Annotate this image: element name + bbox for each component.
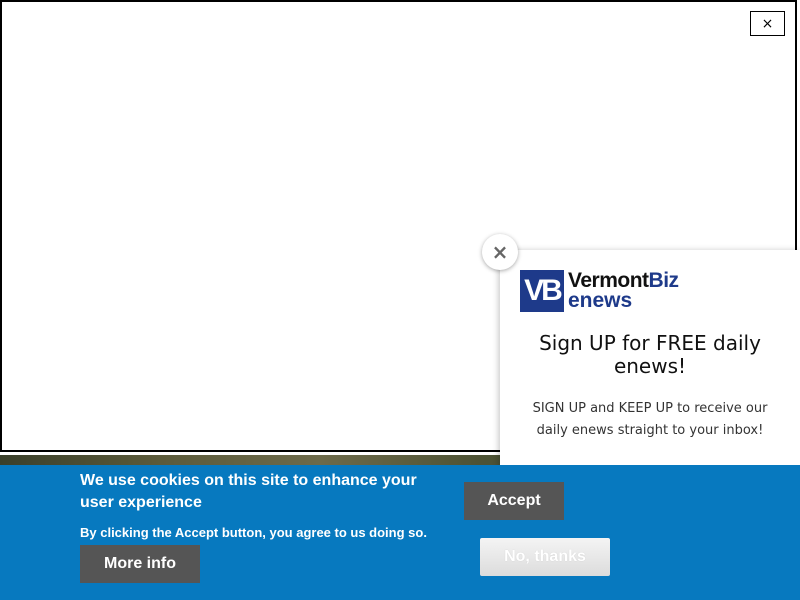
newsletter-close-button[interactable]: × bbox=[482, 234, 518, 270]
logo-wordmark: VermontBiz enews bbox=[568, 269, 680, 312]
logo-subtitle: enews bbox=[568, 289, 633, 312]
logo-word-biz: Biz bbox=[648, 269, 680, 292]
newsletter-panel: VB VermontBiz enews Sign UP for FREE dai… bbox=[500, 250, 800, 470]
close-icon: × bbox=[761, 15, 774, 32]
close-icon: × bbox=[491, 240, 509, 264]
more-info-button[interactable]: More info bbox=[80, 545, 200, 583]
newsletter-heading: Sign UP for FREE daily enews! bbox=[539, 331, 761, 378]
cookie-text: By clicking the Accept button, you agree… bbox=[80, 525, 427, 540]
decline-button[interactable]: No, thanks bbox=[480, 538, 610, 576]
cookie-banner: We use cookies on this site to enhance y… bbox=[0, 465, 800, 600]
vermontbiz-logo: VB VermontBiz enews bbox=[520, 270, 679, 312]
accept-button[interactable]: Accept bbox=[464, 482, 564, 520]
newsletter-description: SIGN UP and KEEP UP to receive our daily… bbox=[532, 401, 768, 438]
cookie-title: We use cookies on this site to enhance y… bbox=[80, 472, 417, 511]
modal-close-button[interactable]: × bbox=[750, 11, 785, 36]
logo-mark: VB bbox=[520, 270, 564, 312]
